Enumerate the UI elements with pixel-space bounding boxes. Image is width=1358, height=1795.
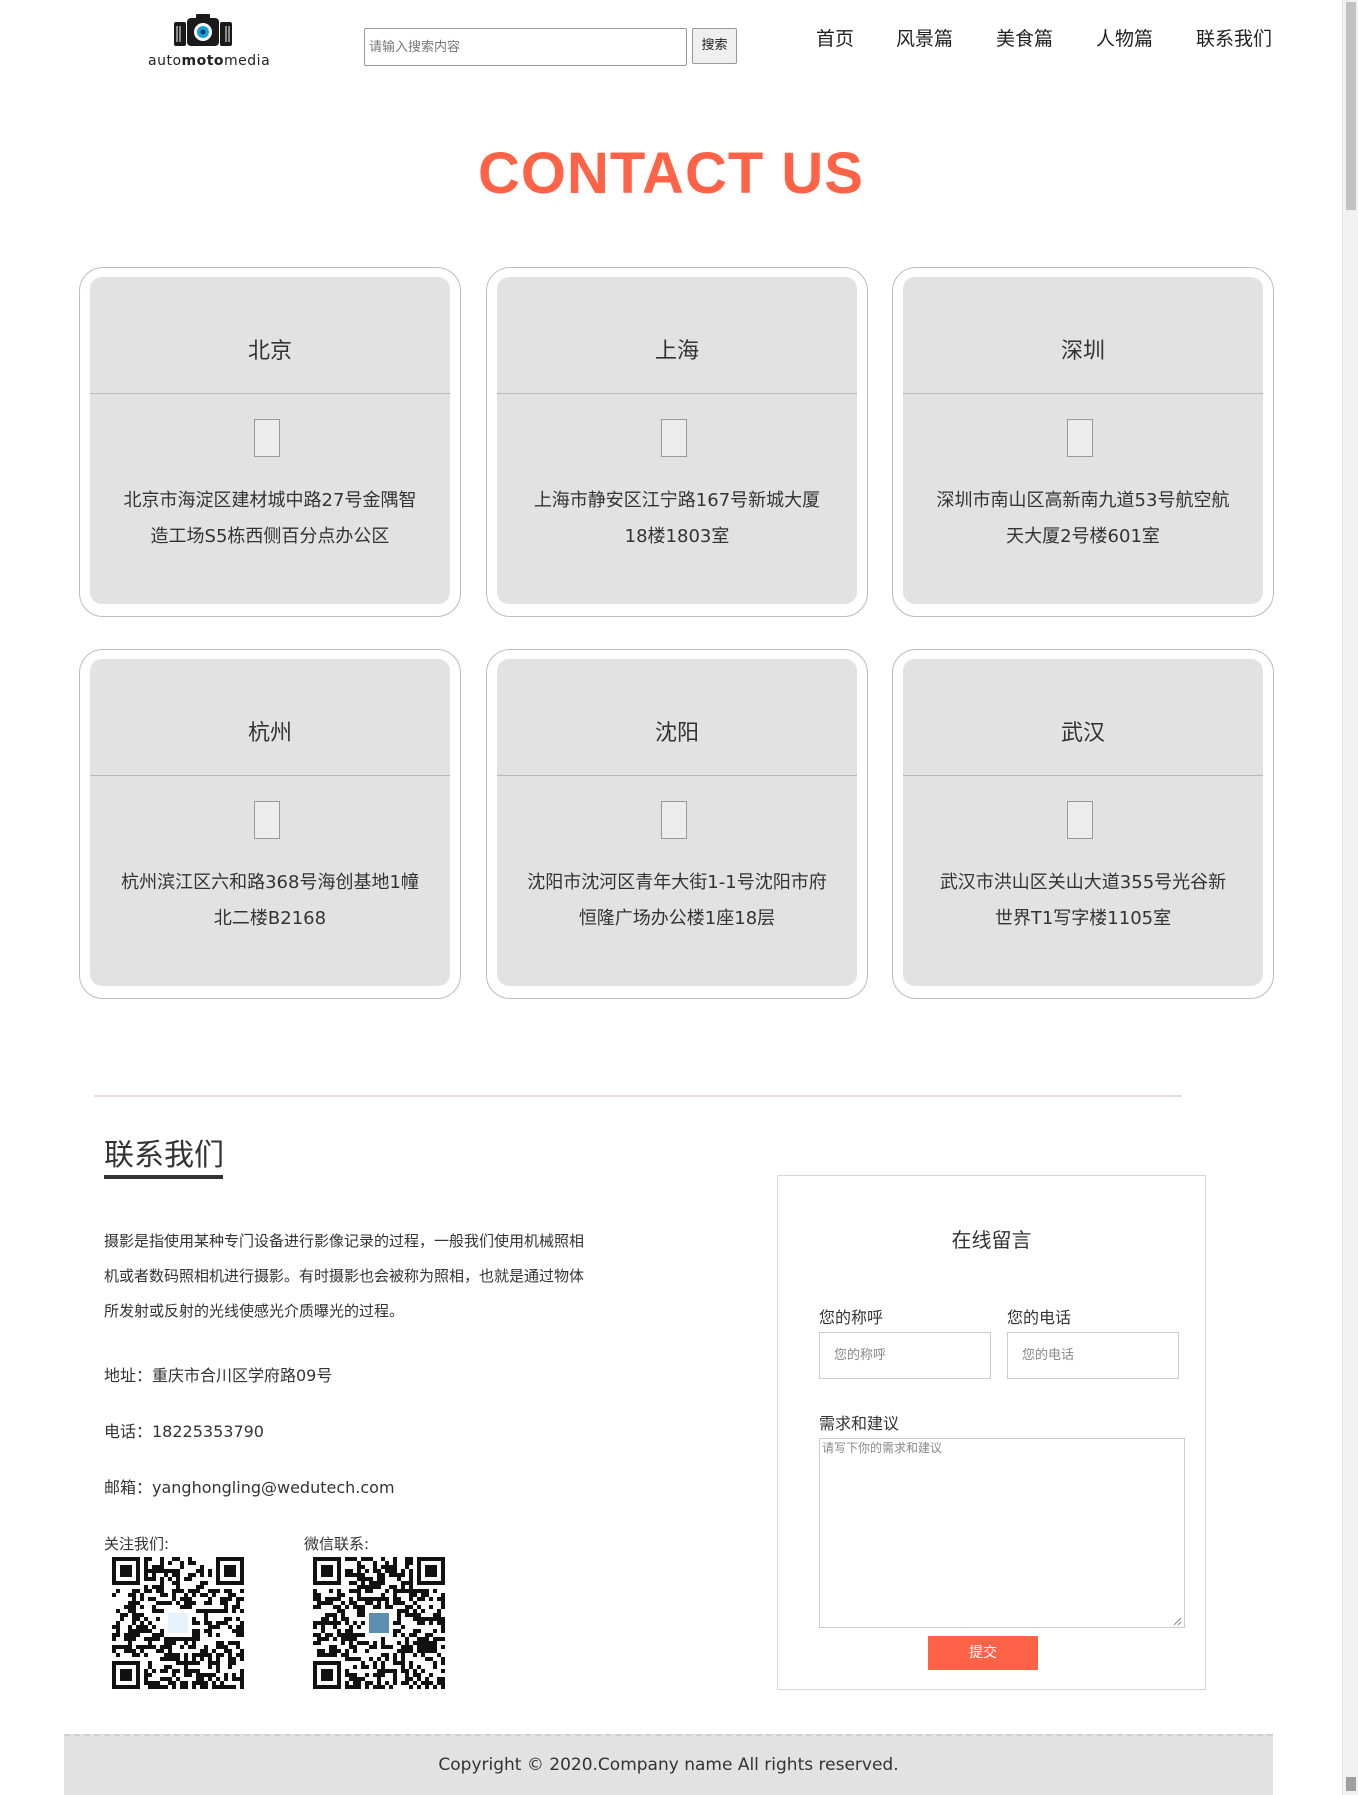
logo-wordmark: automotomedia	[148, 53, 271, 69]
scrollbar-thumb[interactable]	[1346, 2, 1356, 210]
card-divider	[90, 393, 450, 394]
camera-logo-icon	[174, 14, 232, 46]
nav-contact[interactable]: 联系我们	[1196, 24, 1272, 51]
office-city: 杭州	[247, 721, 292, 746]
broken-image-icon	[254, 801, 280, 839]
message-form: 在线留言 您的称呼 您的电话 需求和建议 提交	[777, 1175, 1206, 1690]
nav-home[interactable]: 首页	[816, 24, 854, 51]
broken-image-icon	[254, 419, 280, 457]
scroll-down-icon[interactable]	[1346, 1777, 1356, 1791]
office-city: 武汉	[1060, 721, 1105, 746]
footer: Copyright © 2020.Company name All rights…	[64, 1734, 1273, 1795]
card-divider	[903, 775, 1263, 776]
name-field[interactable]	[819, 1332, 991, 1379]
wechat-label: 微信联系:	[304, 1535, 370, 1553]
card-divider	[90, 775, 450, 776]
section-divider	[94, 1095, 1182, 1097]
office-address: 杭州滨江区六和路368号海创基地1幢北二楼B2168	[121, 872, 419, 929]
office-card-wuhan: 武汉 武汉市洪山区关山大道355号光谷新世界T1写字楼1105室	[892, 649, 1274, 999]
office-card-beijing: 北京 北京市海淀区建材城中路27号金隅智造工场S5栋西侧百分点办公区	[79, 267, 461, 617]
office-card-shenyang: 沈阳 沈阳市沈河区青年大街1-1号沈阳市府恒隆广场办公楼1座18层	[486, 649, 868, 999]
broken-image-icon	[1067, 801, 1093, 839]
nav-food[interactable]: 美食篇	[996, 24, 1053, 51]
nav-scenery[interactable]: 风景篇	[896, 24, 953, 51]
submit-button[interactable]: 提交	[928, 1636, 1038, 1670]
phone-label: 您的电话	[1007, 1308, 1072, 1327]
follow-label: 关注我们:	[104, 1535, 170, 1553]
office-address: 沈阳市沈河区青年大街1-1号沈阳市府恒隆广场办公楼1座18层	[527, 872, 827, 929]
suggestion-label: 需求和建议	[819, 1414, 900, 1433]
form-title: 在线留言	[951, 1228, 1032, 1252]
search-button[interactable]: 搜索	[692, 28, 737, 64]
resize-grip-icon[interactable]	[1172, 1616, 1182, 1626]
broken-image-icon	[661, 801, 687, 839]
name-label: 您的称呼	[819, 1308, 884, 1327]
office-address: 深圳市南山区高新南九道53号航空航天大厦2号楼601室	[936, 490, 1230, 547]
card-divider	[903, 393, 1263, 394]
follow-qr-code-image	[112, 1557, 244, 1689]
broken-image-icon	[1067, 419, 1093, 457]
card-divider	[497, 393, 857, 394]
office-city: 北京	[247, 339, 292, 364]
contact-email: 邮箱：yanghongling@wedutech.com	[104, 1478, 395, 1497]
office-address: 上海市静安区江宁路167号新城大厦18楼1803室	[533, 490, 821, 547]
phone-field[interactable]	[1007, 1332, 1179, 1379]
contact-phone: 电话：18225353790	[104, 1422, 264, 1441]
site-logo[interactable]: automotomedia	[148, 14, 271, 72]
vertical-scrollbar[interactable]	[1342, 0, 1358, 1795]
office-card-shanghai: 上海 上海市静安区江宁路167号新城大厦18楼1803室	[486, 267, 868, 617]
office-city: 深圳	[1060, 339, 1105, 364]
office-address: 武汉市洪山区关山大道355号光谷新世界T1写字楼1105室	[939, 872, 1227, 929]
copyright-text: Copyright © 2020.Company name All rights…	[438, 1755, 899, 1775]
nav-people[interactable]: 人物篇	[1096, 24, 1153, 51]
page-title: CONTACT US	[478, 141, 864, 206]
office-address: 北京市海淀区建材城中路27号金隅智造工场S5栋西侧百分点办公区	[123, 490, 417, 547]
contact-heading: 联系我们	[104, 1138, 224, 1173]
office-city: 上海	[654, 339, 699, 364]
office-card-hangzhou: 杭州 杭州滨江区六和路368号海创基地1幢北二楼B2168	[79, 649, 461, 999]
office-card-shenzhen: 深圳 深圳市南山区高新南九道53号航空航天大厦2号楼601室	[892, 267, 1274, 617]
contact-address: 地址：重庆市合川区学府路09号	[104, 1366, 333, 1385]
search-input[interactable]	[364, 28, 687, 66]
heading-underline	[104, 1175, 223, 1179]
office-city: 沈阳	[654, 721, 699, 746]
wechat-qr-code-image	[313, 1557, 445, 1689]
broken-image-icon	[661, 419, 687, 457]
card-divider	[497, 775, 857, 776]
suggestion-textarea[interactable]	[819, 1438, 1185, 1628]
contact-intro: 摄影是指使用某种专门设备进行影像记录的过程，一般我们使用机械照相机或者数码照相机…	[104, 1232, 585, 1320]
